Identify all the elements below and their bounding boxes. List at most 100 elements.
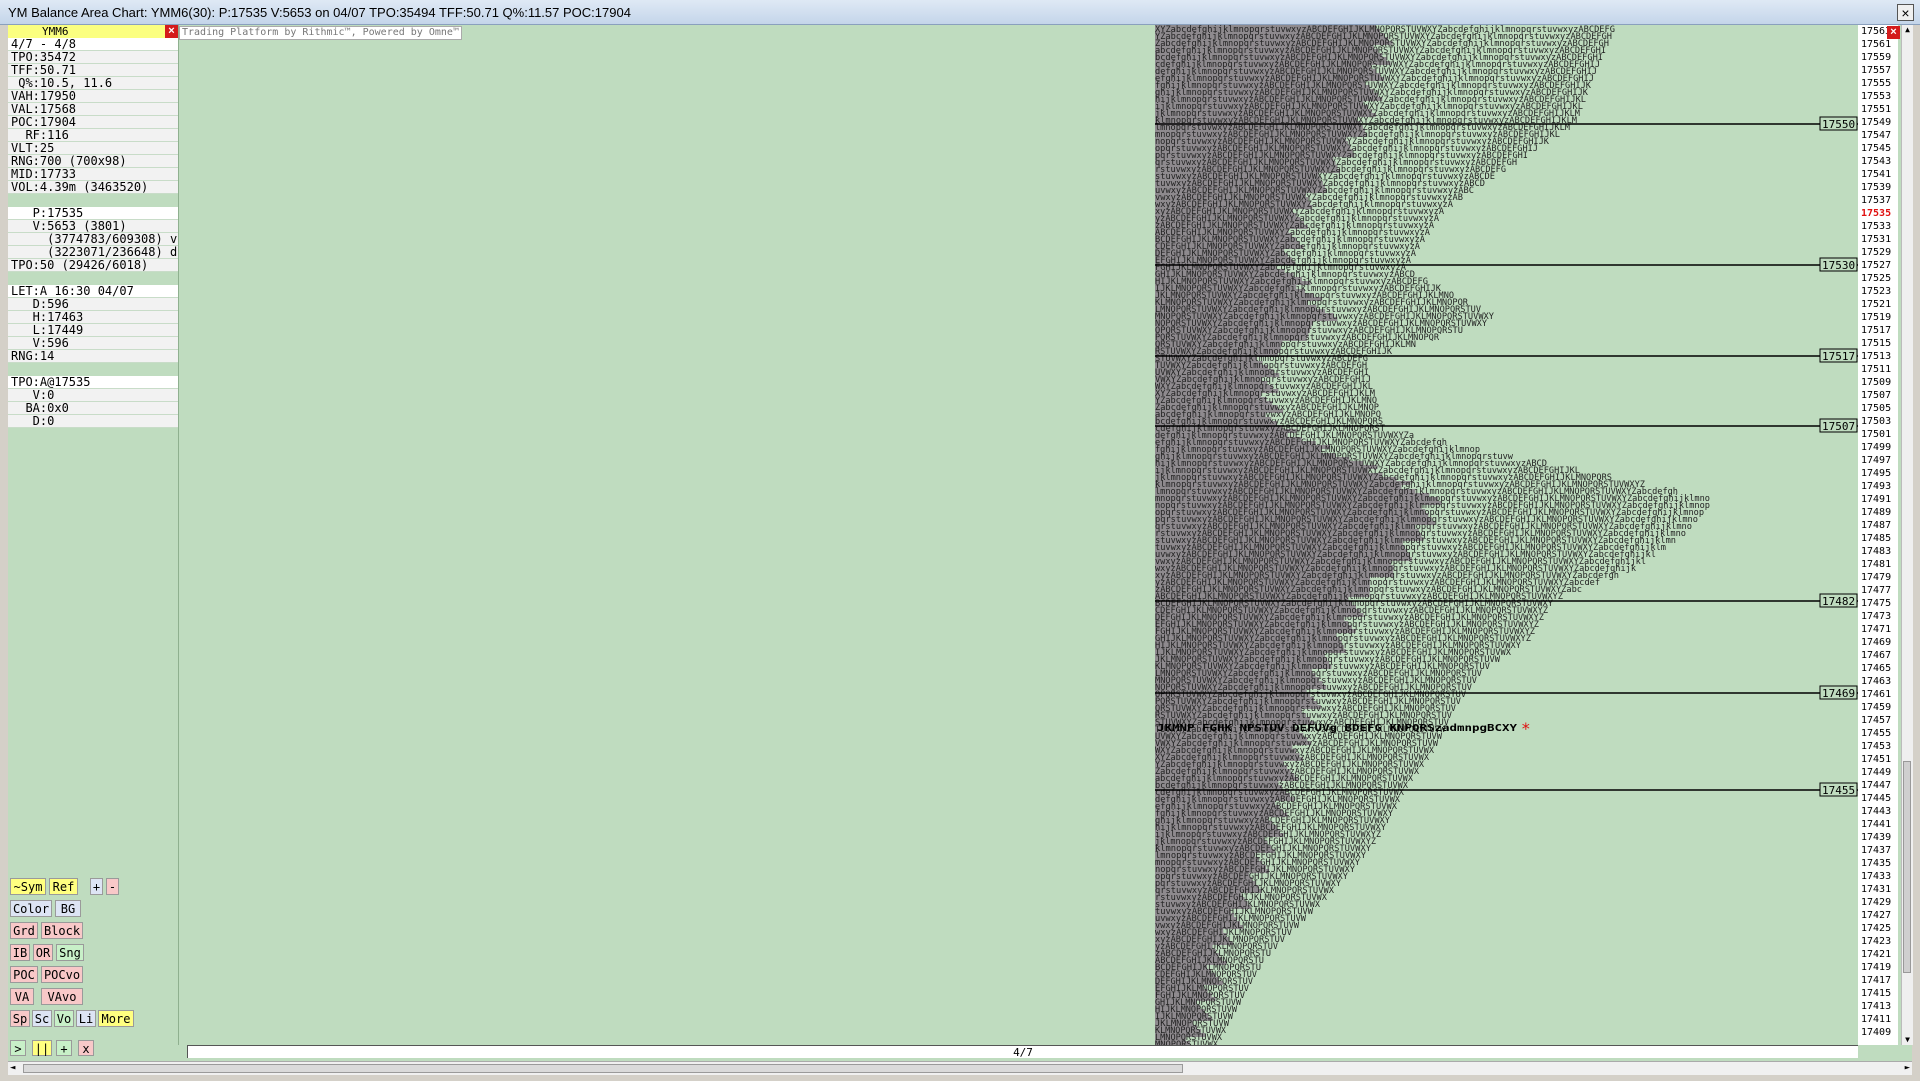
price-tick-label: 17477: [1861, 585, 1892, 596]
horizontal-scroll-thumb[interactable]: [23, 1064, 1183, 1073]
price-tick-label: 17427: [1861, 910, 1892, 921]
grid-button[interactable]: Grd: [10, 922, 38, 939]
poc-button[interactable]: POC: [10, 966, 38, 983]
zoom-in-button[interactable]: +: [90, 878, 103, 895]
title-bar: YM Balance Area Chart: YMM6(30): P:17535…: [0, 0, 1920, 25]
price-tick-label: 17511: [1861, 364, 1892, 375]
price-tick-label: 17509: [1861, 377, 1892, 388]
color-button[interactable]: Color: [10, 900, 52, 917]
market-profile: XYZabcdefghijklmnopqrstuvwxyzABCDEFGHIJK…: [1155, 25, 1858, 1050]
price-tick-label: 17471: [1861, 624, 1892, 635]
price-tick-label: 17409: [1861, 1027, 1892, 1038]
poc-volume-button[interactable]: POCvo: [41, 966, 83, 983]
or-button[interactable]: OR: [33, 944, 53, 961]
price-tick-label: 17533: [1861, 221, 1892, 232]
close-icon[interactable]: ×: [1897, 4, 1914, 21]
price-tick-label: 17517: [1861, 325, 1892, 336]
price-tick-label: 17553: [1861, 91, 1892, 102]
info-row: TPO:50 (29426/6018): [8, 259, 178, 272]
ib-button[interactable]: IB: [10, 944, 30, 961]
price-tick-label: 17525: [1861, 273, 1892, 284]
price-tick-label: 17413: [1861, 1001, 1892, 1012]
price-tick-label: 17551: [1861, 104, 1892, 115]
price-tick-label: 17493: [1861, 481, 1892, 492]
price-tick-label: 17419: [1861, 962, 1892, 973]
zoom-out-button[interactable]: -: [106, 878, 119, 895]
vo-button[interactable]: Vo: [54, 1010, 74, 1027]
remove-button[interactable]: x: [78, 1040, 94, 1056]
price-tick-label: 17429: [1861, 897, 1892, 908]
price-tick-label: 17559: [1861, 52, 1892, 63]
info-panel: YMM6 × 4/7 - 4/8 TPO:35472 TFF:50.71 Q%:10…: [8, 25, 179, 1056]
price-axis: 17563 17561 17559 17557 17555 17553 17551 17549…: [1858, 25, 1898, 1045]
info-row: D:0: [8, 415, 178, 428]
price-axis-close-icon[interactable]: ×: [1887, 26, 1900, 39]
price-tick-label: 17441: [1861, 819, 1892, 830]
price-tick-label: 17437: [1861, 845, 1892, 856]
price-tick-label: 17467: [1861, 650, 1892, 661]
price-tick-label: 17461: [1861, 689, 1892, 700]
price-tick-label: 17463: [1861, 676, 1892, 687]
price-tick-label: 17453: [1861, 741, 1892, 752]
price-tick-label: 17539: [1861, 182, 1892, 193]
sym-button[interactable]: ~Sym: [10, 878, 46, 895]
scroll-down-icon[interactable]: ▼: [1902, 1035, 1913, 1045]
price-tick-label: 17439: [1861, 832, 1892, 843]
va-button[interactable]: VA: [10, 988, 34, 1005]
va-volume-button[interactable]: VAvo: [41, 988, 83, 1005]
sp-button[interactable]: Sp: [10, 1010, 30, 1027]
info-row: RNG:14: [8, 350, 178, 363]
session-date-bar: 4/7: [187, 1045, 1858, 1059]
price-tick-label: 17529: [1861, 247, 1892, 258]
scroll-up-icon[interactable]: ▲: [1902, 25, 1913, 35]
vertical-scroll-thumb[interactable]: [1903, 761, 1911, 973]
price-tick-label: 17523: [1861, 286, 1892, 297]
price-tick-label: 17507: [1861, 390, 1892, 401]
market-profile-graphic: XYZabcdefghijklmnopqrstuvwxyzABCDEFGHIJK…: [1155, 25, 1858, 1050]
price-tick-label: 17483: [1861, 546, 1892, 557]
price-tick-label: 17513: [1861, 351, 1892, 362]
price-tick-label: 17415: [1861, 988, 1892, 999]
price-tick-label: 17501: [1861, 429, 1892, 440]
price-tick-label: 17545: [1861, 143, 1892, 154]
price-tick-label: 17421: [1861, 949, 1892, 960]
sc-button[interactable]: Sc: [32, 1010, 52, 1027]
level-label: 17469: [1822, 687, 1855, 700]
level-label: 17455: [1822, 784, 1855, 797]
price-tick-label: 17481: [1861, 559, 1892, 570]
level-label: 17507: [1822, 420, 1855, 433]
price-tick-label: 17527: [1861, 260, 1892, 271]
block-button[interactable]: Block: [41, 922, 83, 939]
bg-button[interactable]: BG: [55, 900, 81, 917]
price-tick-label: 17411: [1861, 1014, 1892, 1025]
horizontal-scrollbar[interactable]: ◄ ►: [8, 1061, 1912, 1075]
price-tick-label: 17445: [1861, 793, 1892, 804]
single-prints-button[interactable]: Sng: [56, 944, 84, 961]
level-label: 17550: [1822, 118, 1855, 131]
price-tick-label: 17485: [1861, 533, 1892, 544]
price-tick-label: 17557: [1861, 65, 1892, 76]
price-tick-label: 17443: [1861, 806, 1892, 817]
price-tick-label: 17537: [1861, 195, 1892, 206]
more-button[interactable]: More: [98, 1010, 134, 1027]
price-tick-label: 17521: [1861, 299, 1892, 310]
price-tick-label: 17457: [1861, 715, 1892, 726]
play-button[interactable]: >: [10, 1040, 26, 1056]
scroll-right-icon[interactable]: ►: [1905, 1063, 1910, 1074]
current-price-marker: *: [1521, 719, 1531, 738]
price-tick-label: 17561: [1861, 39, 1892, 50]
li-button[interactable]: Li: [76, 1010, 96, 1027]
ref-button[interactable]: Ref: [49, 878, 78, 895]
price-tick-label: 17423: [1861, 936, 1892, 947]
price-tick-label: 17417: [1861, 975, 1892, 986]
price-tick-label: 17449: [1861, 767, 1892, 778]
add-button[interactable]: +: [56, 1040, 72, 1056]
panel-close-icon[interactable]: ×: [165, 25, 178, 38]
price-tick-label: 17425: [1861, 923, 1892, 934]
scroll-left-icon[interactable]: ◄: [10, 1063, 15, 1074]
price-tick-label: 17435: [1861, 858, 1892, 869]
level-label: 17482: [1822, 595, 1855, 608]
vertical-scrollbar[interactable]: ▲ ▼: [1901, 25, 1913, 1045]
pause-button[interactable]: ||: [32, 1040, 52, 1056]
price-tick-label: 17451: [1861, 754, 1892, 765]
